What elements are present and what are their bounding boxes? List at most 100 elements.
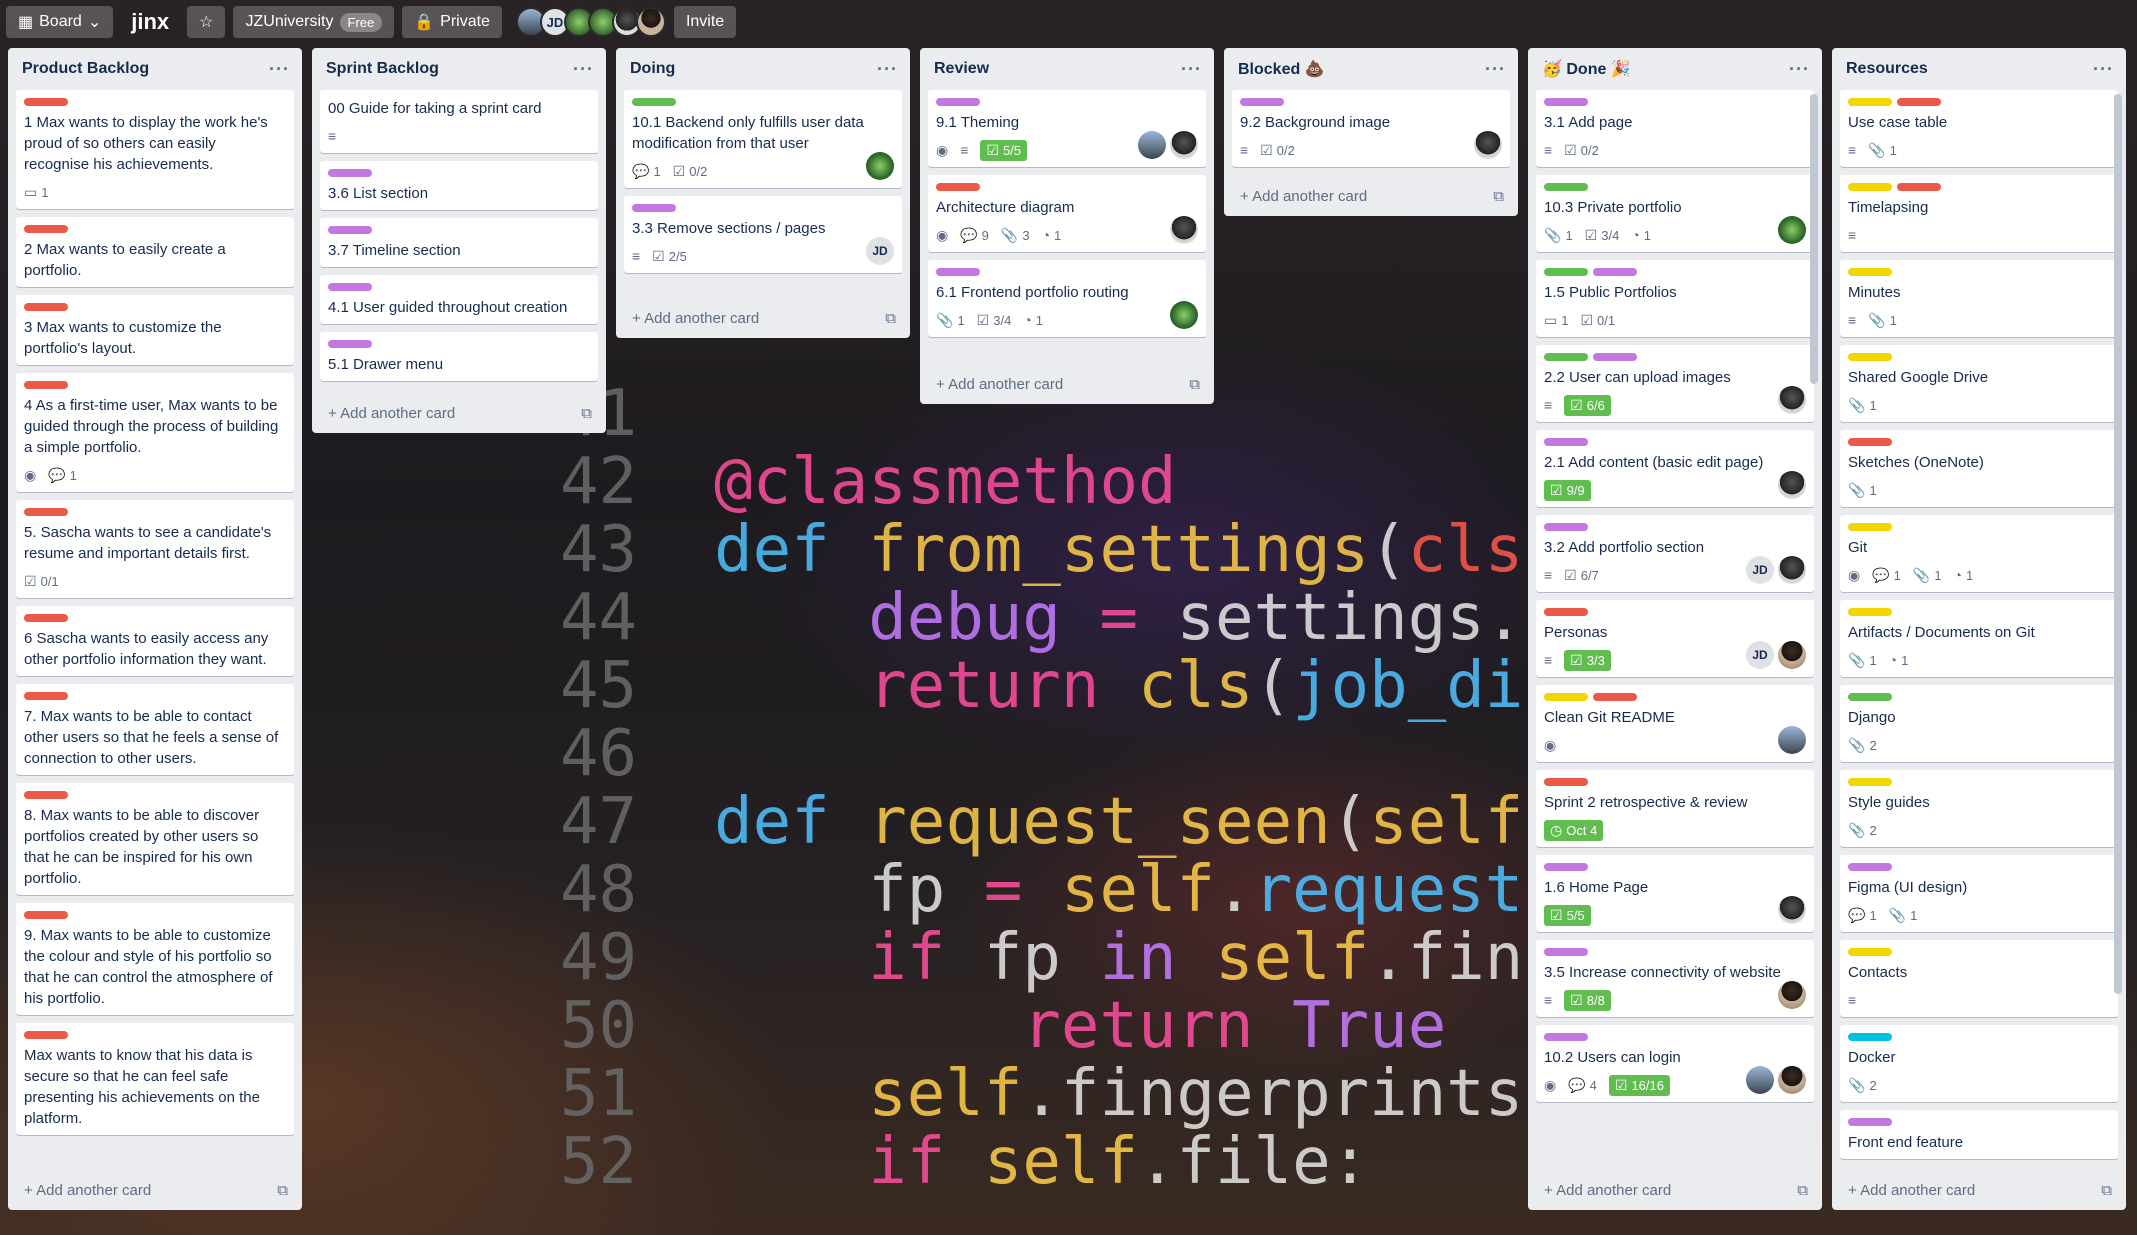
label-red[interactable] — [24, 911, 68, 919]
avatar[interactable] — [1778, 471, 1806, 499]
invite-button[interactable]: Invite — [673, 6, 737, 38]
template-icon[interactable]: ⧉ — [277, 1182, 288, 1199]
card[interactable]: Minutes ≡ 📎 1 — [1840, 260, 2118, 337]
card[interactable]: Contacts ≡ — [1840, 940, 2118, 1017]
label-red[interactable] — [936, 183, 980, 191]
add-card-button[interactable]: + Add another card ⧉ — [920, 364, 1214, 404]
label-red[interactable] — [24, 303, 68, 311]
label-yellow[interactable] — [1848, 608, 1892, 616]
card[interactable]: Use case table ≡ 📎 1 — [1840, 90, 2118, 167]
label-sky[interactable] — [1848, 1033, 1892, 1041]
card[interactable]: 5.1 Drawer menu — [320, 332, 598, 381]
visibility-button[interactable]: 🔒 Private — [402, 6, 502, 38]
card[interactable]: 2.2 User can upload images ≡ ☑ 6/6 — [1536, 345, 1814, 422]
card[interactable]: 9. Max wants to be able to customize the… — [16, 903, 294, 1015]
card[interactable]: 3.2 Add portfolio section ≡ ☑ 6/7 JD — [1536, 515, 1814, 592]
list-title[interactable]: Review — [934, 60, 989, 78]
card[interactable]: Timelapsing ≡ — [1840, 175, 2118, 252]
label-yellow[interactable] — [1544, 693, 1588, 701]
label-red[interactable] — [24, 98, 68, 106]
card[interactable]: 3.1 Add page ≡ ☑ 0/2 — [1536, 90, 1814, 167]
card[interactable]: 3 Max wants to customize the portfolio's… — [16, 295, 294, 365]
list-header[interactable]: Review ··· — [920, 48, 1214, 90]
label-purple[interactable] — [1593, 353, 1637, 361]
label-purple[interactable] — [1544, 98, 1588, 106]
avatar[interactable] — [1170, 216, 1198, 244]
label-green[interactable] — [632, 98, 676, 106]
card[interactable]: 10.3 Private portfolio 📎 1 ☑ 3/4 ◔ 1 — [1536, 175, 1814, 252]
avatar[interactable] — [635, 7, 666, 37]
list-title[interactable]: Doing — [630, 60, 675, 78]
avatar[interactable]: JD — [1746, 556, 1774, 584]
label-purple[interactable] — [936, 268, 980, 276]
card[interactable]: Sketches (OneNote) 📎 1 — [1840, 430, 2118, 507]
card[interactable]: Clean Git README ◉ — [1536, 685, 1814, 762]
card[interactable]: Style guides 📎 2 — [1840, 770, 2118, 847]
avatar[interactable] — [1778, 981, 1806, 1009]
card[interactable]: 1.6 Home Page ☑ 5/5 — [1536, 855, 1814, 932]
label-purple[interactable] — [936, 98, 980, 106]
avatar[interactable] — [1778, 726, 1806, 754]
add-card-button[interactable]: + Add another card ⧉ — [616, 298, 910, 338]
card[interactable]: Sprint 2 retrospective & review ◷ Oct 4 — [1536, 770, 1814, 847]
board-title[interactable]: jinx — [121, 9, 179, 35]
list-menu-icon[interactable]: ··· — [1181, 59, 1202, 80]
avatar[interactable] — [1170, 131, 1198, 159]
list-header[interactable]: 🥳 Done 🎉 ··· — [1528, 48, 1822, 90]
label-purple[interactable] — [1544, 523, 1588, 531]
label-purple[interactable] — [1593, 268, 1637, 276]
card[interactable]: 6 Sascha wants to easily access any othe… — [16, 606, 294, 676]
label-red[interactable] — [1544, 608, 1588, 616]
add-card-button[interactable]: + Add another card ⧉ — [1528, 1170, 1822, 1210]
label-yellow[interactable] — [1848, 353, 1892, 361]
card[interactable]: 1.5 Public Portfolios ▭ 1 ☑ 0/1 — [1536, 260, 1814, 337]
list-scrollbar[interactable] — [1810, 94, 1818, 384]
add-card-button[interactable]: + Add another card ⧉ — [8, 1170, 302, 1210]
card[interactable]: 00 Guide for taking a sprint card ≡ — [320, 90, 598, 153]
label-green[interactable] — [1544, 353, 1588, 361]
label-red[interactable] — [24, 791, 68, 799]
card[interactable]: Figma (UI design) 💬 1 📎 1 — [1840, 855, 2118, 932]
list-menu-icon[interactable]: ··· — [2093, 59, 2114, 80]
label-purple[interactable] — [328, 169, 372, 177]
list-title[interactable]: Blocked 💩 — [1238, 59, 1325, 79]
label-purple[interactable] — [1544, 438, 1588, 446]
label-red[interactable] — [1848, 438, 1892, 446]
list-menu-icon[interactable]: ··· — [269, 59, 290, 80]
card[interactable]: 9.1 Theming ◉ ≡ ☑ 5/5 — [928, 90, 1206, 167]
avatar[interactable]: JD — [1746, 641, 1774, 669]
card[interactable]: 6.1 Frontend portfolio routing 📎 1 ☑ 3/4 ◔ 1 — [928, 260, 1206, 337]
avatar[interactable] — [1778, 1066, 1806, 1094]
card[interactable]: Personas ≡ ☑ 3/3 JD — [1536, 600, 1814, 677]
label-yellow[interactable] — [1848, 948, 1892, 956]
add-card-button[interactable]: + Add another card ⧉ — [1832, 1170, 2126, 1210]
label-red[interactable] — [1897, 98, 1941, 106]
card[interactable]: 2 Max wants to easily create a portfolio… — [16, 217, 294, 287]
template-icon[interactable]: ⧉ — [581, 405, 592, 422]
card[interactable]: 1 Max wants to display the work he's pro… — [16, 90, 294, 209]
card[interactable]: 3.6 List section — [320, 161, 598, 210]
card[interactable]: Docker 📎 2 — [1840, 1025, 2118, 1102]
label-green[interactable] — [1544, 183, 1588, 191]
label-red[interactable] — [24, 381, 68, 389]
label-yellow[interactable] — [1848, 268, 1892, 276]
label-purple[interactable] — [1240, 98, 1284, 106]
card[interactable]: Django 📎 2 — [1840, 685, 2118, 762]
label-purple[interactable] — [632, 204, 676, 212]
template-icon[interactable]: ⧉ — [1493, 188, 1504, 205]
label-purple[interactable] — [328, 226, 372, 234]
avatar[interactable] — [1474, 131, 1502, 159]
card[interactable]: Max wants to know that his data is secur… — [16, 1023, 294, 1135]
card[interactable]: 5. Sascha wants to see a candidate's res… — [16, 500, 294, 598]
avatar[interactable]: JD — [866, 237, 894, 265]
label-purple[interactable] — [1544, 863, 1588, 871]
avatar[interactable] — [1778, 556, 1806, 584]
card[interactable]: 8. Max wants to be able to discover port… — [16, 783, 294, 895]
avatar[interactable] — [1746, 1066, 1774, 1094]
label-purple[interactable] — [1544, 948, 1588, 956]
avatar[interactable] — [1170, 301, 1198, 329]
label-purple[interactable] — [1848, 863, 1892, 871]
board-view-switcher[interactable]: ▦ Board ⌄ — [6, 6, 114, 38]
star-button[interactable]: ☆ — [187, 6, 226, 38]
avatar[interactable] — [1138, 131, 1166, 159]
